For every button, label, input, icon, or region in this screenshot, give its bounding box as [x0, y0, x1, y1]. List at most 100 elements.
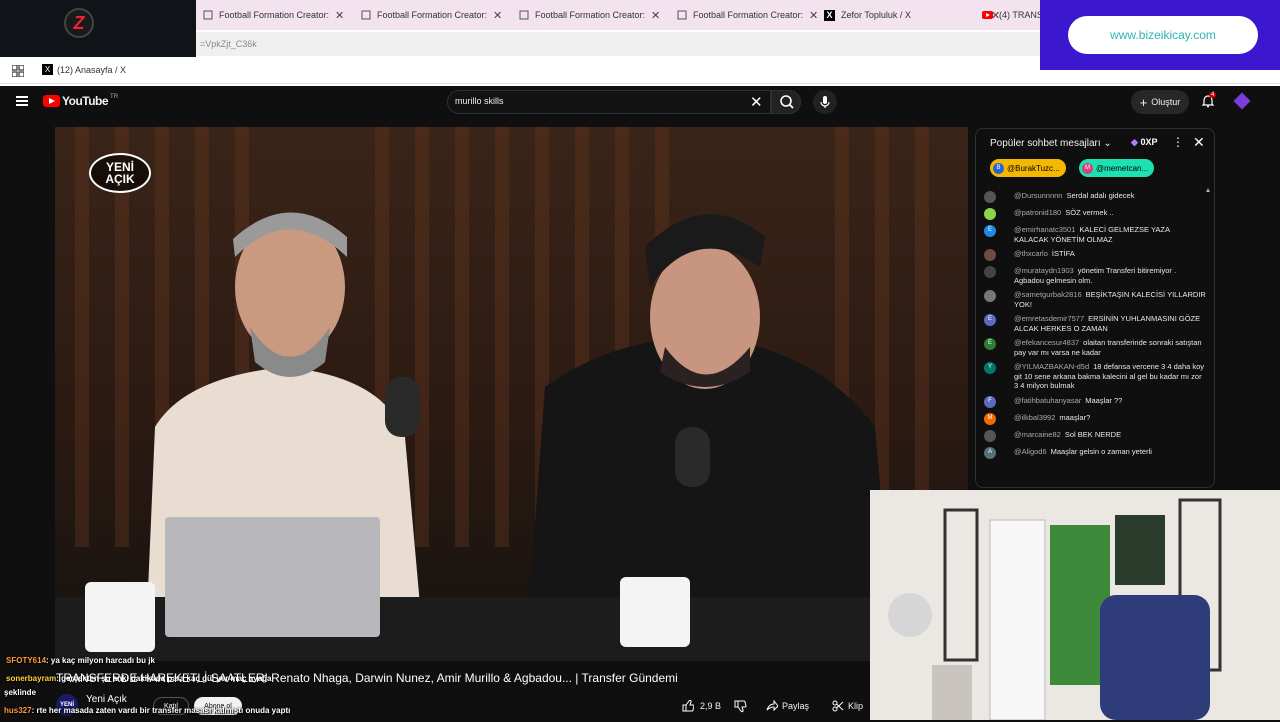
- pinned-chip-1[interactable]: B @BurakTuzc...: [990, 159, 1066, 177]
- hamburger-menu-icon[interactable]: [16, 96, 28, 106]
- close-tab-icon[interactable]: ✕: [651, 9, 660, 22]
- apps-grid-icon[interactable]: [12, 65, 24, 77]
- youtube-header: YouTube TR ✕ + Oluştur 4: [0, 86, 1280, 118]
- like-button[interactable]: 2,9 B: [676, 695, 724, 717]
- more-options-icon[interactable]: ⋮: [1172, 135, 1184, 149]
- chat-avatar: M: [984, 412, 996, 425]
- chat-message[interactable]: @thxcarlo İSTİFA: [984, 249, 1206, 261]
- chat-message[interactable]: E @emirhanatc3501 KALECİ GELMEZSE YAZA KAL…: [984, 225, 1206, 244]
- tab-football-formation-2[interactable]: Football Formation Creator: Re ✕: [354, 4, 508, 26]
- youtube-wordmark: YouTube: [62, 94, 109, 108]
- tab-title: Football Formation Creator: Re: [693, 10, 803, 20]
- chat-message-body: @YILMAZBAKAN-d5d 18 defansa vercene 3 4 d…: [1014, 362, 1206, 391]
- chat-avatar: E: [984, 338, 996, 350]
- search-input[interactable]: [455, 96, 735, 106]
- chat-message-body: @marcaine82 Sol BEK NERDE: [1014, 430, 1206, 442]
- channel-name[interactable]: Yeni Açık: [86, 694, 127, 705]
- close-tab-icon[interactable]: ✕: [809, 9, 818, 22]
- channel-watermark: YENİ AÇIK: [89, 153, 151, 193]
- page-icon: [676, 10, 687, 21]
- microphone-icon: [820, 96, 830, 108]
- chat-username: @patronid180: [1014, 208, 1062, 217]
- close-chat-icon[interactable]: ✕: [1193, 134, 1205, 151]
- chat-avatar: [984, 208, 996, 220]
- xp-gem-icon: ◆: [1131, 137, 1138, 147]
- notification-count-badge: 4: [1209, 92, 1217, 98]
- tab-football-formation-4[interactable]: Football Formation Creator: Re ✕: [670, 4, 824, 26]
- chat-message[interactable]: @patronid180 SÖZ vermek ..: [984, 208, 1206, 220]
- youtube-icon: [982, 10, 993, 21]
- video-frame: [55, 127, 968, 661]
- chat-message[interactable]: E @emretasdemir7577 ERSİNİN YUHLANMASINI G…: [984, 314, 1206, 333]
- xp-value: 0XP: [1140, 137, 1158, 147]
- tab-title: Football Formation Creator: Re: [535, 10, 645, 20]
- chat-message-body: @emretasdemir7577 ERSİNİN YUHLANMASINI GÖ…: [1014, 314, 1206, 333]
- chat-avatar: [984, 290, 996, 302]
- chat-scrollbar[interactable]: [1206, 187, 1210, 487]
- create-button[interactable]: + Oluştur: [1131, 90, 1189, 114]
- tab-football-formation-1[interactable]: Football Formation Creator: Re ✕: [196, 4, 350, 26]
- bookmark-x-home[interactable]: X (12) Anasayfa / X: [42, 64, 126, 75]
- chat-text: Maaşlar gelsin o zaman yeterli: [1050, 446, 1152, 456]
- share-label: Paylaş: [782, 701, 810, 711]
- chat-text: SÖZ vermek ..: [1065, 208, 1114, 217]
- chat-message[interactable]: @sametgurbak2816 BEŞİKTAŞIN KALECİSİ YILL…: [984, 290, 1206, 309]
- like-count: 2,9 B: [700, 701, 722, 711]
- search-box[interactable]: ✕: [447, 90, 771, 114]
- page-icon: [518, 10, 529, 21]
- search-button[interactable]: [771, 90, 801, 114]
- video-title: TRANSFERDE HAREKETLİ SAATLER! Renato Nha…: [56, 671, 678, 685]
- chat-text: Serdal adalı gidecek: [1066, 191, 1135, 200]
- chat-message[interactable]: @marcaine82 Sol BEK NERDE: [984, 429, 1206, 442]
- chat-message-body: @fatihbatuhanyasar Maaşlar ??: [1014, 396, 1206, 408]
- chat-message[interactable]: @murataydn1903 yönetim Transferi bitiremi…: [984, 266, 1206, 285]
- stream-chat-user: sonerbayram: [6, 674, 57, 683]
- z-logo: Z: [64, 8, 94, 38]
- chat-text: Maaşlar ??: [1085, 395, 1123, 405]
- streamer-webcam: [870, 490, 1280, 720]
- thumbs-up-icon: [682, 700, 694, 712]
- close-tab-icon[interactable]: ✕: [493, 9, 502, 22]
- chat-message[interactable]: A @Aligod6 Maaşlar gelsin o zaman yeterli: [984, 446, 1206, 459]
- clip-label: Klip: [848, 701, 864, 711]
- chat-text: maaşlar?: [1059, 412, 1091, 422]
- dislike-button[interactable]: [730, 695, 752, 717]
- chat-avatar: [984, 266, 996, 278]
- chat-message-body: @Aligod6 Maaşlar gelsin o zaman yeterli: [1014, 447, 1206, 459]
- youtube-logo[interactable]: YouTube TR: [43, 94, 118, 108]
- address-url: =VpkZjt_C36k: [200, 39, 257, 49]
- chat-message-body: @murataydn1903 yönetim Transferi bitiremi…: [1014, 266, 1206, 285]
- clip-button[interactable]: Klip: [832, 695, 863, 717]
- chat-username: @ilkbal3992: [1014, 412, 1056, 422]
- tab-football-formation-3[interactable]: Football Formation Creator: Re ✕: [512, 4, 666, 26]
- tab-title: Football Formation Creator: Re: [219, 10, 329, 20]
- voice-search-button[interactable]: [813, 90, 837, 114]
- chat-message[interactable]: M @ilkbal3992 maaşlar?: [984, 412, 1206, 425]
- chat-message[interactable]: E @efekancesur4837 olaitan transferinde so…: [984, 338, 1206, 357]
- xp-badge[interactable]: ◆ 0XP: [1131, 137, 1157, 148]
- video-player[interactable]: YENİ AÇIK: [55, 127, 968, 661]
- share-button[interactable]: Paylaş: [766, 695, 809, 717]
- pinned-chip-2[interactable]: M @memetcan...: [1079, 159, 1155, 177]
- chat-avatar: Y: [984, 362, 996, 374]
- chat-avatar: E: [984, 225, 996, 237]
- clear-search-icon[interactable]: ✕: [750, 93, 763, 111]
- user-avatar[interactable]: [1233, 92, 1251, 110]
- chat-text: Sol BEK NERDE: [1064, 429, 1122, 439]
- chat-username: @thxcarlo: [1014, 249, 1048, 258]
- bookmark-label: (12) Anasayfa / X: [57, 64, 127, 75]
- chat-message-body: @Dursunnnnn Serdal adalı gidecek: [1014, 191, 1206, 203]
- stream-chat-text: : rte her masada zaten vardı bir transfe…: [31, 706, 291, 715]
- chat-message[interactable]: F @fatihbatuhanyasar Maaşlar ??: [984, 395, 1206, 408]
- chat-mode-dropdown[interactable]: Popüler sohbet mesajları ⌄: [990, 138, 1112, 149]
- chat-username: @sametgurbak2816: [1014, 290, 1082, 299]
- close-tab-icon[interactable]: ✕: [335, 9, 344, 22]
- chat-message[interactable]: @Dursunnnnn Serdal adalı gidecek: [984, 191, 1206, 203]
- tab-title: Football Formation Creator: Re: [377, 10, 487, 20]
- chat-avatar: E: [984, 314, 996, 326]
- chat-message[interactable]: Y @YILMAZBAKAN-d5d 18 defansa vercene 3 4 …: [984, 362, 1206, 391]
- x-logo-icon: X: [42, 64, 53, 75]
- chat-message-body: @emirhanatc3501 KALECİ GELMEZSE YAZA KALA…: [1014, 225, 1206, 244]
- webcam-scene: [870, 490, 1280, 720]
- chat-username: @murataydn1903: [1014, 266, 1074, 275]
